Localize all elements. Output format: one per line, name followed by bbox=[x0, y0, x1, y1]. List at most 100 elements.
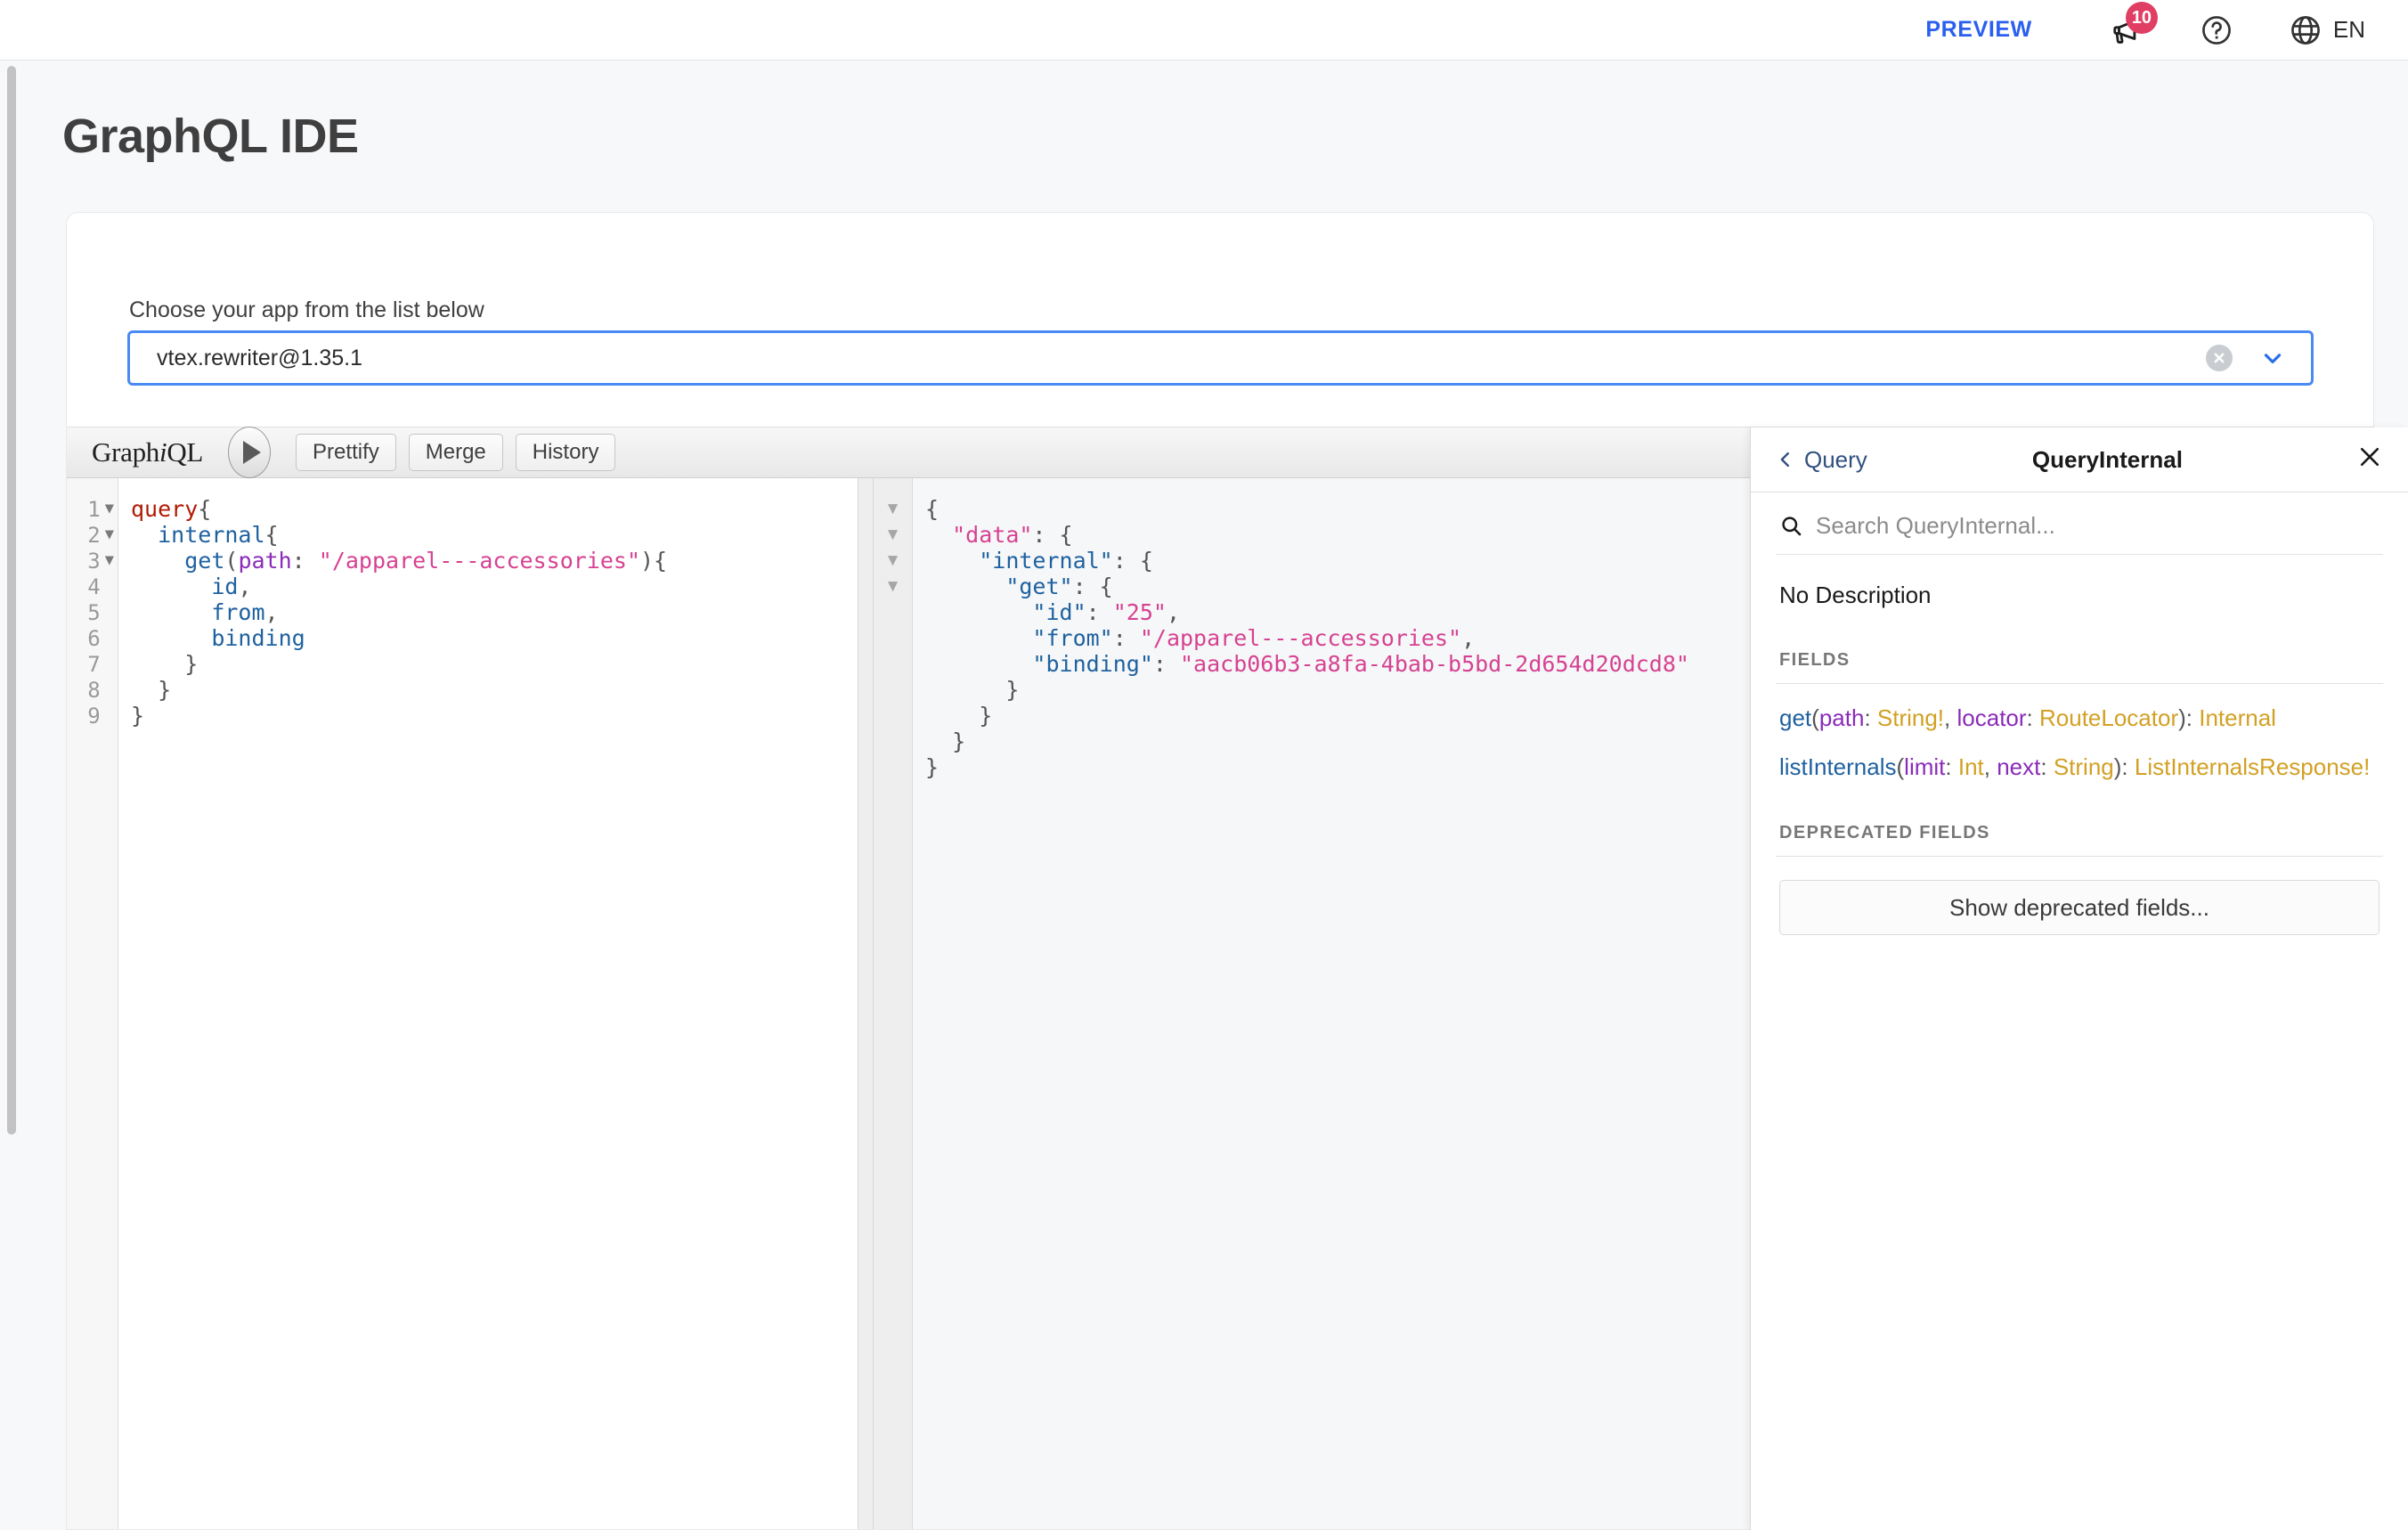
field-token: ListInternalsResponse! bbox=[2135, 753, 2370, 780]
language-label: EN bbox=[2333, 16, 2365, 44]
code-token: } bbox=[925, 728, 965, 754]
code-token: { bbox=[925, 496, 939, 522]
code-token: ( bbox=[224, 548, 238, 574]
result-fold-toggle-icon[interactable]: ▼ bbox=[884, 548, 901, 574]
top-bar: PREVIEW 10 EN bbox=[0, 0, 2408, 61]
logo-post: QL bbox=[167, 436, 203, 468]
code-token: } bbox=[131, 677, 171, 703]
result-fold-toggle-icon[interactable]: ▼ bbox=[884, 496, 901, 522]
language-selector[interactable]: EN bbox=[2289, 13, 2365, 47]
field-token: String bbox=[2054, 753, 2114, 780]
help-button[interactable] bbox=[2200, 13, 2233, 47]
docs-fields-heading: FIELDS bbox=[1776, 609, 2383, 684]
code-token: "from" bbox=[1032, 625, 1112, 651]
field-token: Internal bbox=[2199, 704, 2276, 731]
code-token: } bbox=[925, 754, 939, 780]
clear-selection-button[interactable] bbox=[2206, 345, 2233, 371]
code-token: "id" bbox=[1032, 599, 1086, 625]
field-token: , bbox=[1984, 753, 1997, 780]
code-token bbox=[131, 548, 184, 574]
pane-drag-handle[interactable] bbox=[858, 478, 874, 1529]
docs-search-row[interactable] bbox=[1776, 492, 2383, 555]
docs-close-button[interactable] bbox=[2347, 444, 2383, 476]
code-token: query bbox=[131, 496, 198, 522]
page-scrollbar[interactable] bbox=[7, 66, 16, 1135]
code-token: : { bbox=[1113, 548, 1153, 574]
code-token: : bbox=[1086, 599, 1113, 625]
show-deprecated-fields-button[interactable]: Show deprecated fields... bbox=[1779, 880, 2380, 935]
close-circle-icon bbox=[2211, 350, 2227, 366]
field-token: Int bbox=[1958, 753, 1984, 780]
docs-back-button[interactable]: Query bbox=[1776, 446, 1867, 474]
page-title: GraphQL IDE bbox=[62, 109, 359, 164]
code-token bbox=[925, 548, 979, 574]
code-token: from bbox=[211, 599, 264, 625]
logo-pre: Graph bbox=[92, 436, 159, 468]
field-token: : bbox=[1945, 753, 1957, 780]
code-token: "get" bbox=[1005, 574, 1072, 599]
field-token: listInternals bbox=[1779, 753, 1897, 780]
app-select-input[interactable]: vtex.rewriter@1.35.1 bbox=[127, 330, 2314, 386]
code-token: ){ bbox=[640, 548, 667, 574]
code-token: : bbox=[1153, 651, 1180, 677]
line-number: 6▼ bbox=[67, 625, 118, 651]
code-token: "binding" bbox=[1032, 651, 1152, 677]
field-token: next bbox=[1997, 753, 2040, 780]
announcements-button[interactable]: 10 bbox=[2111, 13, 2144, 47]
code-token bbox=[925, 651, 1032, 677]
code-token: , bbox=[1167, 599, 1180, 625]
fold-toggle-icon[interactable]: ▼ bbox=[105, 553, 114, 568]
docs-field-listInternals[interactable]: listInternals(limit: Int, next: String):… bbox=[1776, 733, 2383, 782]
execute-query-button[interactable] bbox=[228, 427, 271, 478]
docs-search-input[interactable] bbox=[1816, 512, 2380, 540]
result-fold-toggle-icon[interactable]: ▼ bbox=[884, 574, 901, 599]
code-token: id bbox=[211, 574, 238, 599]
code-token bbox=[925, 625, 1032, 651]
play-icon bbox=[243, 441, 261, 464]
code-token: } bbox=[131, 651, 198, 677]
code-token bbox=[131, 522, 158, 548]
field-token: ): bbox=[2178, 704, 2199, 731]
line-number: 3▼ bbox=[67, 548, 118, 574]
line-number: 8▼ bbox=[67, 677, 118, 703]
result-fold-toggle-icon[interactable]: ▼ bbox=[884, 522, 901, 548]
docs-title: QueryInternal bbox=[1867, 446, 2347, 474]
line-number: 1▼ bbox=[67, 496, 118, 522]
query-editor-text[interactable]: query{ internal{ get(path: "/apparel---a… bbox=[118, 478, 858, 1529]
docs-back-label: Query bbox=[1804, 446, 1867, 474]
globe-icon bbox=[2289, 13, 2323, 47]
code-token: } bbox=[131, 703, 144, 728]
field-token: ): bbox=[2114, 753, 2135, 780]
field-token: : bbox=[2027, 704, 2039, 731]
fold-toggle-icon[interactable]: ▼ bbox=[105, 501, 114, 517]
chevron-down-icon bbox=[2259, 345, 2286, 371]
graphiql-logo: GraphiQL bbox=[92, 436, 203, 468]
question-circle-icon bbox=[2200, 13, 2233, 47]
docs-field-get[interactable]: get(path: String!, locator: RouteLocator… bbox=[1776, 684, 2383, 733]
code-token: : { bbox=[1073, 574, 1113, 599]
prettify-button[interactable]: Prettify bbox=[296, 434, 396, 471]
app-select-value: vtex.rewriter@1.35.1 bbox=[130, 346, 2206, 371]
field-token: : bbox=[2040, 753, 2053, 780]
query-line-numbers: 1▼2▼3▼4▼5▼6▼7▼8▼9▼ bbox=[67, 478, 118, 1529]
docs-panel: Query QueryInternal No Description FIELD… bbox=[1750, 427, 2408, 1530]
app-select-chevron[interactable] bbox=[2259, 345, 2286, 371]
query-editor-pane[interactable]: 1▼2▼3▼4▼5▼6▼7▼8▼9▼ query{ internal{ get(… bbox=[67, 478, 858, 1529]
code-token: "/apparel---accessories" bbox=[1140, 625, 1461, 651]
docs-body: No Description FIELDS get(path: String!,… bbox=[1751, 492, 2408, 1530]
code-token bbox=[131, 599, 211, 625]
merge-button[interactable]: Merge bbox=[409, 434, 503, 471]
fold-toggle-icon[interactable]: ▼ bbox=[105, 527, 114, 542]
line-number: 4▼ bbox=[67, 574, 118, 599]
field-token: , bbox=[1944, 704, 1956, 731]
field-token: get bbox=[1779, 704, 1811, 731]
field-token: ( bbox=[1811, 704, 1819, 731]
docs-description: No Description bbox=[1776, 555, 2383, 609]
code-token: : { bbox=[1032, 522, 1072, 548]
history-button[interactable]: History bbox=[516, 434, 616, 471]
preview-link[interactable]: PREVIEW bbox=[1925, 17, 2032, 43]
code-token bbox=[131, 574, 211, 599]
code-token: internal bbox=[158, 522, 264, 548]
code-token: , bbox=[1461, 625, 1475, 651]
code-token: } bbox=[925, 677, 1019, 703]
